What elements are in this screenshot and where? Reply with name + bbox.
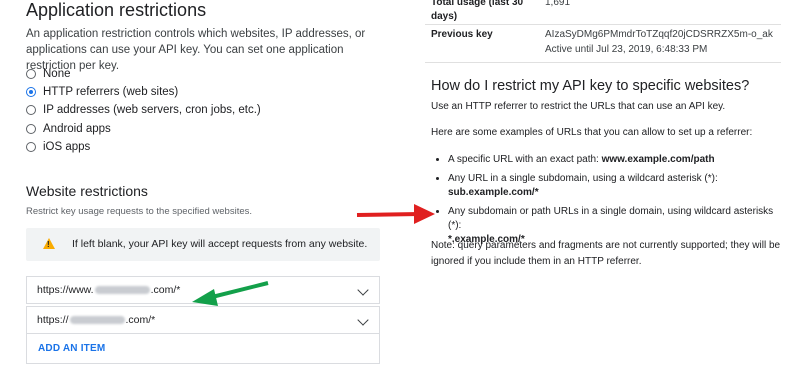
red-arrow-annotation [356,204,435,224]
green-arrow-annotation [192,281,269,306]
annotation-overlay [192,204,435,306]
